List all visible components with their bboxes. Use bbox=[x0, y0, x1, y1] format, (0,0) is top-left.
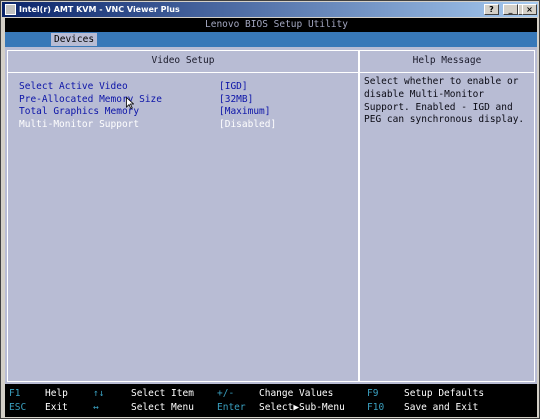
mouse-pointer-icon bbox=[126, 97, 134, 109]
close-button[interactable]: × bbox=[522, 4, 537, 15]
minimize-button[interactable]: _ bbox=[503, 4, 518, 15]
key-plus-minus-desc: Change Values bbox=[259, 388, 334, 399]
bios-title: Lenovo BIOS Setup Utility bbox=[205, 19, 348, 30]
key-f9: F9 bbox=[367, 388, 379, 399]
key-up-down-desc: Select Item bbox=[131, 388, 194, 399]
bios-main-area: Video Setup Select Active Video [IGD] Pr… bbox=[5, 47, 537, 384]
key-esc: ESC bbox=[9, 402, 27, 413]
key-f9-desc: Setup Defaults bbox=[404, 388, 485, 399]
key-up-down: ↑↓ bbox=[93, 388, 105, 399]
help-button[interactable]: ? bbox=[484, 4, 499, 15]
remote-screen[interactable]: Lenovo BIOS Setup Utility Devices Video … bbox=[5, 18, 537, 417]
key-f10: F10 bbox=[367, 402, 385, 413]
setting-value[interactable]: [Maximum] bbox=[219, 106, 270, 118]
setting-row-multi-monitor[interactable]: Multi-Monitor Support [Disabled] bbox=[19, 118, 276, 131]
window-title: Intel(r) AMT KVM - VNC Viewer Plus bbox=[19, 5, 180, 14]
help-text: Select whether to enable or disable Mult… bbox=[364, 76, 525, 126]
key-enter-desc: Select▶Sub-Menu bbox=[259, 402, 345, 413]
bios-tab-bar: Devices bbox=[5, 32, 537, 47]
key-f10-desc: Save and Exit bbox=[404, 402, 479, 413]
setting-label: Select Active Video bbox=[19, 81, 128, 92]
setting-value[interactable]: [IGD] bbox=[219, 81, 248, 93]
help-panel: Help Message Select whether to enable or… bbox=[359, 50, 535, 382]
settings-panel: Video Setup Select Active Video [IGD] Pr… bbox=[7, 50, 359, 382]
setting-value[interactable]: [32MB] bbox=[219, 94, 253, 106]
key-enter: Enter bbox=[217, 402, 246, 413]
key-left-right: ↔ bbox=[93, 402, 99, 413]
key-legend: F1 Help ↑↓ Select Item +/- Change Values… bbox=[5, 384, 537, 417]
key-f1: F1 bbox=[9, 388, 21, 399]
section-title: Video Setup bbox=[8, 51, 358, 73]
bios-header: Lenovo BIOS Setup Utility bbox=[5, 18, 537, 32]
app-icon bbox=[5, 4, 16, 15]
key-plus-minus: +/- bbox=[217, 388, 235, 399]
vnc-viewer-window: Intel(r) AMT KVM - VNC Viewer Plus ? _ □… bbox=[0, 0, 540, 419]
setting-label: Pre-Allocated Memory Size bbox=[19, 93, 162, 105]
setting-row-active-video[interactable]: Select Active Video [IGD] bbox=[19, 81, 248, 93]
help-title: Help Message bbox=[360, 51, 534, 73]
setting-label: Total Graphics Memory bbox=[19, 106, 140, 117]
setting-value-selected[interactable]: [Disabled] bbox=[219, 119, 276, 131]
setting-row-total-graphics-memory[interactable]: Total Graphics Memory [Maximum] bbox=[19, 106, 270, 118]
setting-row-pre-allocated-memory[interactable]: Pre-Allocated Memory Size [32MB] bbox=[19, 93, 253, 106]
key-esc-desc: Exit bbox=[45, 402, 68, 413]
key-f1-desc: Help bbox=[45, 388, 68, 399]
setting-label-selected: Multi-Monitor Support bbox=[19, 118, 140, 130]
window-titlebar[interactable]: Intel(r) AMT KVM - VNC Viewer Plus ? _ □ bbox=[2, 2, 538, 17]
tab-devices[interactable]: Devices bbox=[51, 33, 98, 46]
key-left-right-desc: Select Menu bbox=[131, 402, 194, 413]
